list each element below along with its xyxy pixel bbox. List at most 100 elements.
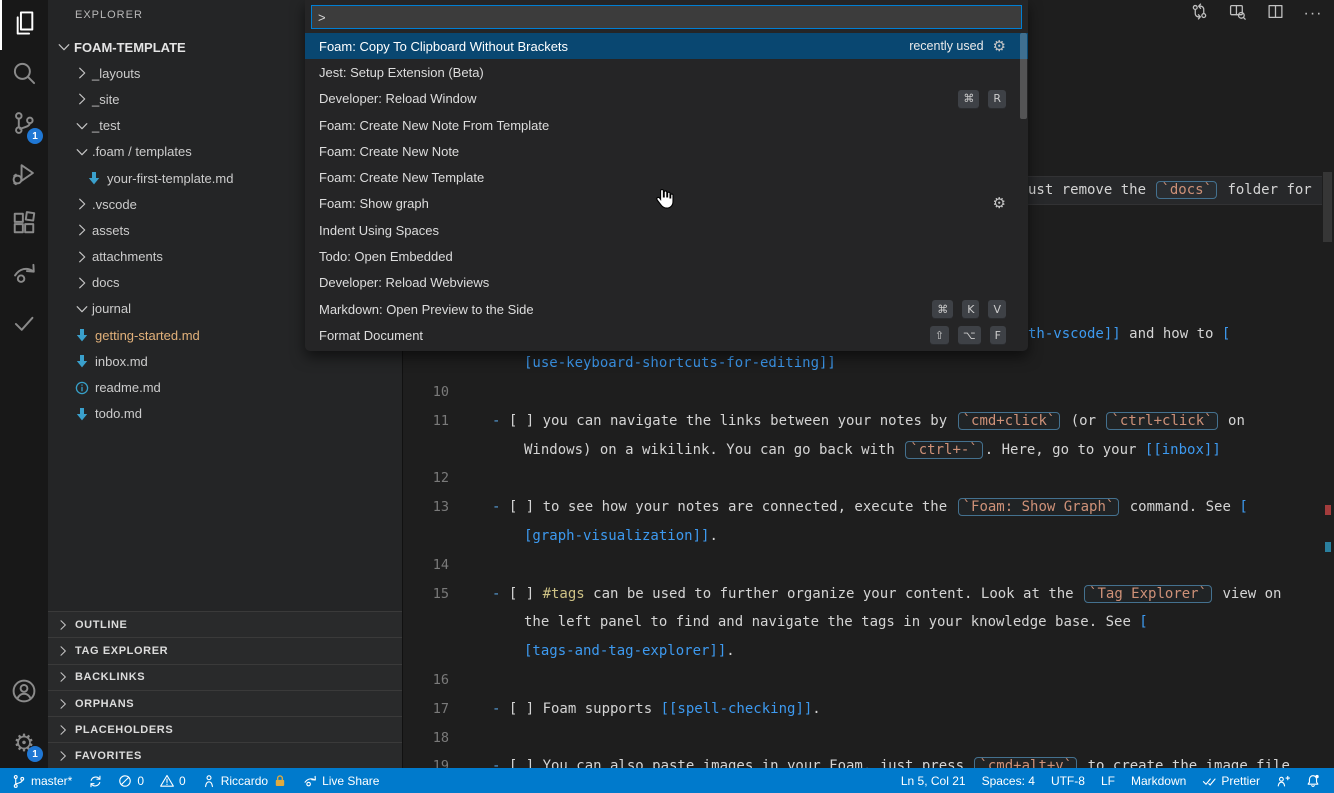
palette-item[interactable]: Jest: Setup Extension (Beta)	[305, 59, 1028, 85]
editor-line[interactable]: 11 - [ ] you can navigate the links betwe…	[403, 406, 1334, 435]
activity-settings-button[interactable]: ⚙ 1	[0, 718, 48, 768]
editor-line[interactable]: 13 - [ ] to see how your notes are connec…	[403, 493, 1334, 522]
editor-line[interactable]: 10	[403, 378, 1334, 407]
wikilink[interactable]: [use-keyboard-shortcuts-for-editing]]	[524, 355, 836, 371]
tree-item-inbox-md[interactable]: inbox.md	[48, 348, 402, 374]
line-number: 19	[432, 758, 449, 768]
editor-line[interactable]: 16	[403, 666, 1334, 695]
palette-item[interactable]: Foam: Create New Template	[305, 164, 1028, 190]
line-content: th-vscode]] and how to [	[1028, 326, 1230, 342]
palette-item[interactable]: Markdown: Open Preview to the Side ⌘ K V	[305, 296, 1028, 322]
status-markdown[interactable]: Markdown	[1123, 768, 1194, 793]
wikilink[interactable]: [[inbox]]	[1145, 442, 1221, 458]
status-riccardo[interactable]: Riccardo	[194, 768, 295, 793]
account-icon	[11, 678, 37, 709]
configure-keybinding-gear-icon[interactable]: ⚙	[993, 38, 1006, 54]
chevron-right-icon	[56, 723, 70, 737]
editor-line[interactable]: 12	[403, 464, 1334, 493]
editor-line[interactable]: the left panel to find and navigate the …	[403, 608, 1334, 637]
palette-item[interactable]: Developer: Reload Window ⌘ R	[305, 86, 1028, 112]
palette-item[interactable]: Todo: Open Embedded	[305, 243, 1028, 269]
status-feedback-icon[interactable]	[1268, 768, 1298, 793]
status-bell-icon[interactable]	[1298, 768, 1328, 793]
split-editor-icon[interactable]	[1264, 3, 1286, 25]
palette-item[interactable]: Foam: Create New Note	[305, 138, 1028, 164]
overview-ruler-mark	[1325, 505, 1331, 515]
editor-line[interactable]: 19 - [ ] You can also paste images in you…	[403, 752, 1334, 768]
panel-outline[interactable]: OUTLINE	[48, 611, 402, 637]
wikilink[interactable]: th-vscode]]	[1028, 326, 1121, 342]
editor-line[interactable]: 17 - [ ] Foam supports [[spell-checking]]…	[403, 694, 1334, 723]
wikilink[interactable]: [	[1239, 499, 1247, 515]
editor-line[interactable]: 18	[403, 723, 1334, 752]
tree-item-readme-md[interactable]: readme.md	[48, 374, 402, 400]
command-palette-input[interactable]: >	[311, 5, 1022, 29]
status-lf[interactable]: LF	[1093, 768, 1123, 793]
palette-scrollbar[interactable]	[1020, 33, 1027, 119]
code-text: folder for	[1219, 182, 1312, 199]
status-0[interactable]: 0	[152, 768, 194, 793]
status-label: Prettier	[1221, 773, 1260, 788]
status-live-share[interactable]: Live Share	[295, 768, 387, 793]
chevron-right-icon	[74, 275, 90, 291]
activity-live-share-button[interactable]	[0, 250, 48, 300]
palette-item[interactable]: Foam: Create New Note From Template	[305, 112, 1028, 138]
activity-tasks-button[interactable]	[0, 300, 48, 350]
activity-search-button[interactable]	[0, 50, 48, 100]
editor-line[interactable]: [tags-and-tag-explorer]].	[403, 637, 1334, 666]
status-spaces-4[interactable]: Spaces: 4	[974, 768, 1043, 793]
chevron-down-icon	[74, 301, 90, 317]
panel-backlinks[interactable]: BACKLINKS	[48, 663, 402, 690]
panel-placeholders[interactable]: PLACEHOLDERS	[48, 716, 402, 742]
palette-item[interactable]: Developer: Reload Webviews	[305, 270, 1028, 296]
panel-favorites[interactable]: FAVORITES	[48, 742, 402, 768]
line-content: the left panel to find and navigate the …	[524, 614, 1148, 630]
palette-item[interactable]: Indent Using Spaces	[305, 217, 1028, 243]
inline-code: `Tag Explorer`	[1084, 584, 1213, 603]
editor-line[interactable]: [use-keyboard-shortcuts-for-editing]]	[403, 349, 1334, 378]
tree-item-todo-md[interactable]: todo.md	[48, 401, 402, 427]
split-editor-icon	[1267, 3, 1284, 25]
palette-item-label: Foam: Create New Note	[319, 143, 460, 159]
more-actions-icon[interactable]: ···	[1302, 3, 1324, 25]
status-master-[interactable]: master*	[4, 768, 80, 793]
activity-run-debug-button[interactable]	[0, 150, 48, 200]
palette-item-label: Foam: Create New Template	[319, 170, 485, 186]
palette-item[interactable]: Foam: Copy To Clipboard Without Brackets…	[305, 33, 1028, 60]
keybinding-chip: K	[962, 300, 980, 319]
status-ln-5-col-21[interactable]: Ln 5, Col 21	[893, 768, 974, 793]
status-prettier[interactable]: Prettier	[1194, 768, 1268, 793]
editor-line[interactable]: [graph-visualization]].	[403, 522, 1334, 551]
palette-item-label: Jest: Setup Extension (Beta)	[319, 64, 484, 80]
code-text: -	[492, 585, 509, 602]
files-icon	[12, 10, 38, 41]
wikilink[interactable]: [	[1139, 614, 1147, 630]
keybinding-chip: F	[989, 326, 1006, 345]
open-preview-icon[interactable]	[1226, 3, 1248, 25]
info-icon	[74, 380, 90, 396]
wikilink[interactable]: [[spell-checking]]	[661, 701, 813, 717]
inline-code: `ctrl+click`	[1106, 411, 1218, 430]
status-sync-icon[interactable]	[80, 768, 110, 793]
status-0[interactable]: 0	[110, 768, 152, 793]
code-text: [ ] to see how your notes are connected,…	[508, 499, 956, 516]
editor-line[interactable]: 15 - [ ] #tags can be used to further org…	[403, 579, 1334, 608]
activity-source-control-button[interactable]: 1	[0, 100, 48, 150]
activity-extensions-button[interactable]	[0, 200, 48, 250]
panel-orphans[interactable]: ORPHANS	[48, 689, 402, 716]
activity-account-button[interactable]	[0, 668, 48, 718]
wikilink[interactable]: [graph-visualization]]	[524, 528, 709, 544]
activity-explorer-button[interactable]	[0, 0, 48, 50]
keybinding-chip: V	[988, 300, 1006, 319]
status-utf-8[interactable]: UTF-8	[1043, 768, 1093, 793]
palette-item[interactable]: Format Document ⇧ ⌥ F	[305, 322, 1028, 348]
configure-keybinding-gear-icon[interactable]: ⚙	[993, 196, 1006, 211]
editor-line[interactable]: Windows) on a wikilink. You can go back …	[403, 435, 1334, 464]
wikilink[interactable]: [tags-and-tag-explorer]]	[524, 643, 726, 659]
wikilink[interactable]: [	[1222, 326, 1230, 342]
panel-tag-explorer[interactable]: TAG EXPLORER	[48, 637, 402, 663]
editor-scrollbar[interactable]	[1323, 172, 1332, 242]
palette-item[interactable]: Foam: Show graph ⚙	[305, 191, 1028, 217]
editor-line[interactable]: 14	[403, 550, 1334, 579]
compare-changes-icon[interactable]	[1188, 3, 1210, 25]
